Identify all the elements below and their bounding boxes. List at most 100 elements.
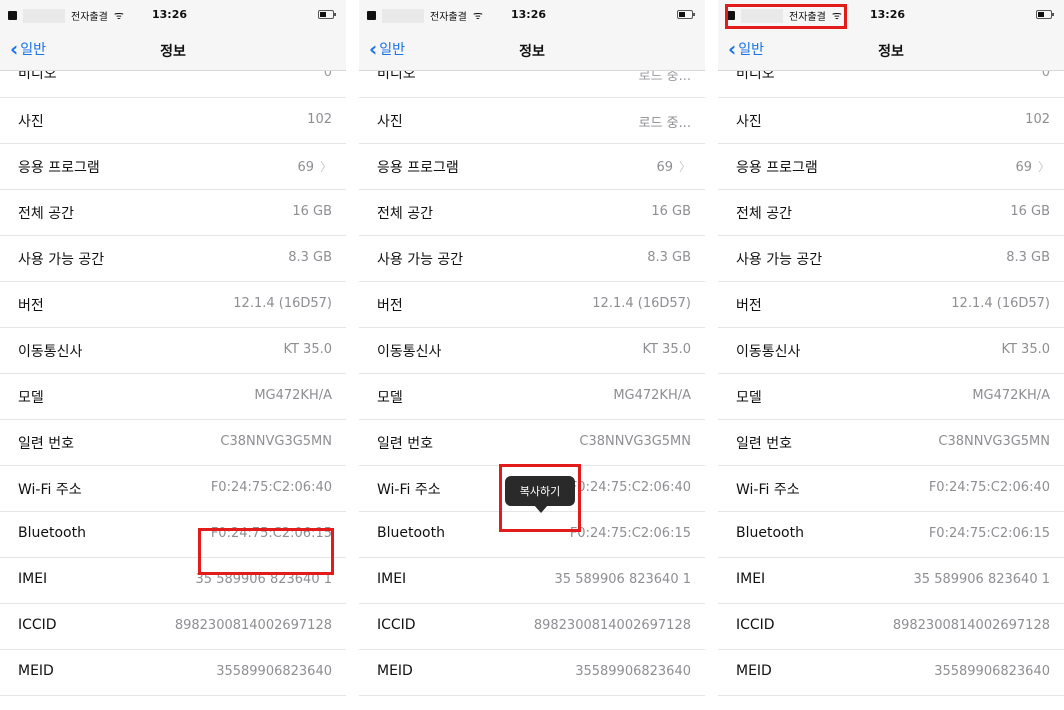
list-item-carrier[interactable]: 이동통신사 KT 35.0 [718,328,1064,374]
row-label: 사진 [18,114,44,130]
status-time: 13:26 [870,8,906,21]
list-item-carrier[interactable]: 이동통신사 KT 35.0 [0,328,346,374]
list-item-iccid[interactable]: ICCID 8982300814002697128 [0,604,346,650]
list-item-model[interactable]: 모델 MG472KH/A [0,374,346,420]
list-item-total-capacity: 전체 공간 16 GB [359,190,705,236]
list-item-model[interactable]: 모델 MG472KH/A [359,374,705,420]
row-label: 일련 번호 [18,436,74,452]
row-label: 이동통신사 [18,344,83,360]
list-item-model[interactable]: 모델 MG472KH/A [718,374,1064,420]
row-value: 35589906823640 [575,664,691,679]
row-value: 로드 중... [638,116,691,131]
status-bar: 전자출결 ᯤ 13:26 [359,0,705,30]
list-item-meid[interactable]: MEID 35589906823640 [359,650,705,696]
list-item-total-capacity: 전체 공간 16 GB [0,190,346,236]
list-item-applications[interactable]: 응용 프로그램 69 〉 [0,144,346,190]
list-item-applications[interactable]: 응용 프로그램 69 〉 [718,144,1064,190]
row-label: 전체 공간 [736,206,792,222]
row-label: 비디오 [18,71,57,82]
row-value: 16 GB [1010,204,1050,219]
list-item-meid[interactable]: MEID 35589906823640 [718,650,1064,696]
list-item-imei[interactable]: IMEI 35 589906 823640 1 [359,558,705,604]
settings-about-panel-1: 전자출결 ᯤ 13:26 ‹ 일반 정보 비디오 0 사진 102 응용 프로그램… [0,0,346,710]
row-value: 8982300814002697128 [533,618,691,633]
list-item-imei[interactable]: IMEI 35 589906 823640 1 [718,558,1064,604]
row-label: 사진 [377,114,403,130]
navigation-bar: ‹ 일반 정보 [718,30,1064,71]
chevron-right-icon: 〉 [678,160,691,174]
row-value: 16 GB [292,204,332,219]
list-item-version[interactable]: 버전 12.1.4 (16D57) [0,282,346,328]
chevron-right-icon: 〉 [319,160,332,174]
row-value: 69 [1015,160,1032,175]
row-label: Bluetooth [377,525,445,541]
info-list: 비디오 0 사진 102 응용 프로그램 69 〉 전체 공간 16 GB 사용 가능 … [718,71,1064,696]
carrier-label: 전자출결 [71,12,108,23]
row-label: 모델 [377,390,403,406]
row-value: F0:24:75:C2:06:40 [928,480,1050,495]
row-label: 응용 프로그램 [377,160,459,176]
wifi-icon: ᯤ [472,9,483,22]
row-value: 16 GB [651,204,691,219]
list-item-available: 사용 가능 공간 8.3 GB [0,236,346,282]
row-value: KT 35.0 [642,342,691,357]
list-item-serial[interactable]: 일련 번호 C38NNVG3G5MN [0,420,346,466]
row-label: 버전 [18,298,44,314]
list-item-applications[interactable]: 응용 프로그램 69 〉 [359,144,705,190]
row-label: 버전 [377,298,403,314]
row-value: 8.3 GB [647,250,691,265]
row-label: 전체 공간 [18,206,74,222]
row-label: 비디오 [377,71,416,82]
blurred-region [382,8,424,23]
row-label: Wi-Fi 주소 [736,482,800,498]
list-item-photos: 사진 102 [718,98,1064,144]
row-value: 12.1.4 (16D57) [233,296,332,311]
row-label: 일련 번호 [736,436,792,452]
row-value: 69 [656,160,673,175]
row-value: 35589906823640 [934,664,1050,679]
row-value: F0:24:75:C2:06:40 [569,480,691,495]
list-item-partial: 비디오 0 [718,71,1064,98]
row-value: 35 589906 823640 1 [913,572,1050,587]
row-label: 비디오 [736,71,775,82]
row-value: 102 [1025,112,1050,127]
list-item-wifi-address[interactable]: Wi-Fi 주소 F0:24:75:C2:06:40 [718,466,1064,512]
row-value-group: 69 〉 [656,158,691,175]
row-value: KT 35.0 [1001,342,1050,357]
battery-icon [1036,10,1054,19]
app-indicator-icon [8,11,17,20]
carrier-label: 전자출결 [430,12,467,23]
row-label: MEID [736,663,772,679]
row-value: 12.1.4 (16D57) [592,296,691,311]
list-item-serial[interactable]: 일련 번호 C38NNVG3G5MN [359,420,705,466]
row-value: F0:24:75:C2:06:40 [210,480,332,495]
status-bar: 전자출결 ᯤ 13:26 [0,0,346,30]
list-item-wifi-address[interactable]: Wi-Fi 주소 F0:24:75:C2:06:40 [0,466,346,512]
list-item-available: 사용 가능 공간 8.3 GB [718,236,1064,282]
battery-icon [677,10,695,19]
list-item-meid[interactable]: MEID 35589906823640 [0,650,346,696]
blurred-region [23,8,65,23]
row-label: 버전 [736,298,762,314]
three-panel-comparison: 전자출결 ᯤ 13:26 ‹ 일반 정보 비디오 0 사진 102 응용 프로그램… [0,0,1064,710]
list-item-version[interactable]: 버전 12.1.4 (16D57) [718,282,1064,328]
row-value: 12.1.4 (16D57) [951,296,1050,311]
row-label: MEID [18,663,54,679]
list-item-photos: 사진 102 [0,98,346,144]
page-title: 정보 [519,44,545,60]
list-item-iccid[interactable]: ICCID 8982300814002697128 [718,604,1064,650]
settings-about-panel-2: 전자출결 ᯤ 13:26 ‹ 일반 정보 비디오 로드 중... 사진 로드 중.… [359,0,705,710]
row-value: MG472KH/A [972,388,1050,403]
row-label: Wi-Fi 주소 [18,482,82,498]
list-item-bluetooth[interactable]: Bluetooth F0:24:75:C2:06:15 [718,512,1064,558]
copy-tooltip-button[interactable]: 복사하기 [505,476,575,513]
row-label: 사용 가능 공간 [18,252,105,268]
row-value-group: 69 〉 [1015,158,1050,175]
row-label: 모델 [18,390,44,406]
list-item-iccid[interactable]: ICCID 8982300814002697128 [359,604,705,650]
list-item-version[interactable]: 버전 12.1.4 (16D57) [359,282,705,328]
row-value: 8.3 GB [1006,250,1050,265]
list-item-serial[interactable]: 일련 번호 C38NNVG3G5MN [718,420,1064,466]
row-label: 사용 가능 공간 [377,252,464,268]
list-item-carrier[interactable]: 이동통신사 KT 35.0 [359,328,705,374]
